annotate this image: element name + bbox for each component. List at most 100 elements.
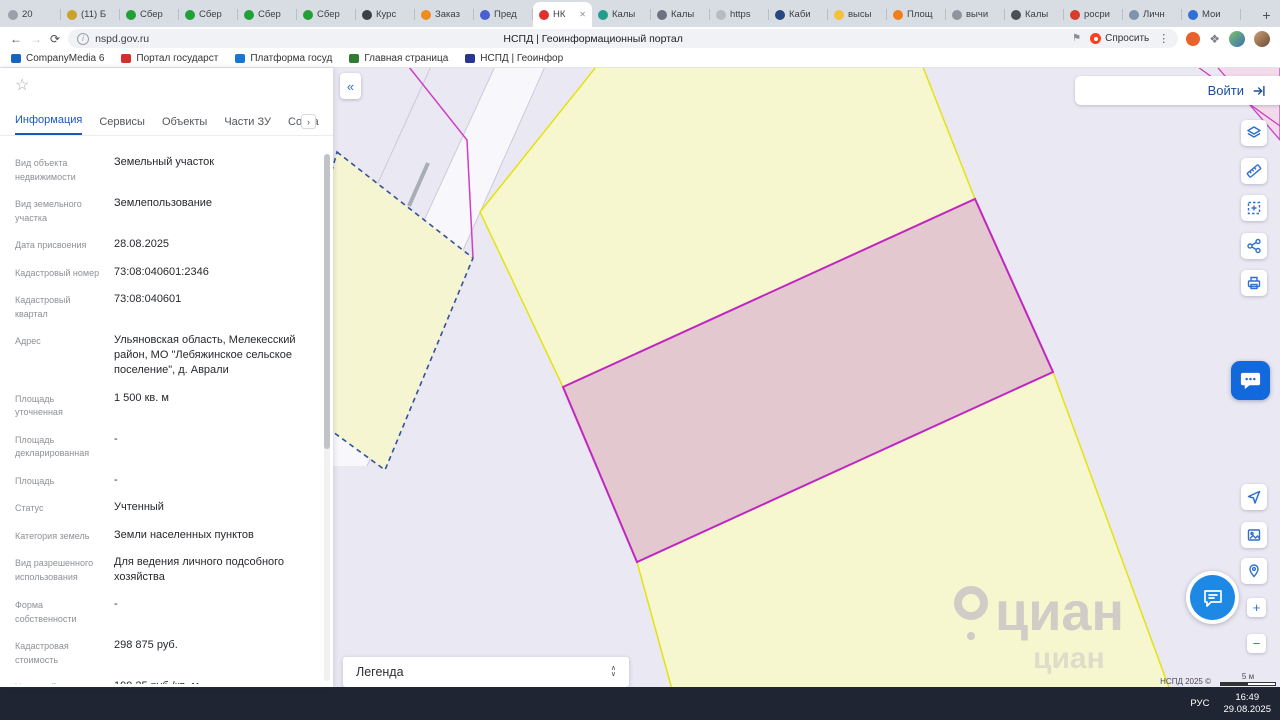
- extension-icon[interactable]: [1186, 31, 1201, 46]
- browser-tab[interactable]: Сбер ✕: [238, 2, 297, 27]
- reload-icon[interactable]: ⟳: [50, 33, 60, 45]
- browser-tab[interactable]: Курс ✕: [356, 2, 415, 27]
- tab-title: Калы: [612, 9, 636, 20]
- layers-button[interactable]: [1241, 120, 1267, 146]
- url-menu-icon[interactable]: ⋮: [1158, 32, 1169, 45]
- attribute-row: Вид разрешенного использования Для веден…: [15, 555, 317, 585]
- attribute-value: 199,25 руб./кв. м: [114, 679, 199, 684]
- svg-text:циан: циан: [995, 582, 1124, 642]
- taskbar-app-icon[interactable]: [116, 693, 137, 714]
- profile-avatar[interactable]: [1254, 30, 1270, 47]
- browser-tab[interactable]: высы ✕: [828, 2, 887, 27]
- attribute-label: Кадастровый номер: [15, 267, 100, 278]
- attribute-label: Категория земель: [15, 530, 90, 541]
- back-icon[interactable]: ←: [10, 33, 22, 45]
- panel-tab[interactable]: Объекты: [162, 116, 207, 135]
- tab-title: Сбер: [258, 9, 281, 20]
- browser-tab[interactable]: НК ✕: [533, 2, 592, 27]
- measure-button[interactable]: [1241, 158, 1267, 184]
- taskbar-clock[interactable]: 16:49 29.08.2025: [1223, 692, 1271, 716]
- new-tab-button[interactable]: +: [1253, 2, 1280, 27]
- zoom-in-button[interactable]: +: [1247, 598, 1266, 617]
- taskbar-app-icon[interactable]: [230, 693, 251, 714]
- zoom-out-button[interactable]: −: [1247, 634, 1266, 653]
- extension-avatar-icon[interactable]: [1229, 30, 1245, 47]
- browser-tab[interactable]: Личн ✕: [1123, 2, 1182, 27]
- panel-scrollbar[interactable]: [324, 154, 330, 681]
- bookmark-item[interactable]: CompanyMedia 6: [11, 53, 104, 64]
- browser-tab[interactable]: Пред ✕: [474, 2, 533, 27]
- browser-tab[interactable]: Мои ✕: [1182, 2, 1241, 27]
- share-button[interactable]: [1241, 233, 1267, 259]
- browser-tab[interactable]: росри ✕: [1064, 2, 1123, 27]
- tab-close-icon[interactable]: ✕: [579, 10, 586, 19]
- attribute-row: Форма собственности -: [15, 597, 317, 626]
- attribute-row: Вид земельного участка Землепользование: [15, 196, 317, 225]
- tab-title: Калы: [1025, 9, 1049, 20]
- bookmark-favicon: [235, 54, 246, 63]
- bookmark-label: Главная страница: [364, 53, 449, 64]
- browser-tab[interactable]: Сбер ✕: [179, 2, 238, 27]
- browser-tab[interactable]: (11) Б ✕: [61, 2, 120, 27]
- panel-tabs-scroll-button[interactable]: ›: [301, 114, 316, 129]
- panel-collapse-button[interactable]: «: [340, 73, 361, 99]
- support-chat-button[interactable]: [1231, 361, 1270, 400]
- browser-tab[interactable]: Сбер ✕: [120, 2, 179, 27]
- attribute-value: Земли населенных пунктов: [114, 528, 254, 541]
- browser-tab[interactable]: Каби ✕: [769, 2, 828, 27]
- attribute-label: Кадастровая стоимость: [15, 641, 69, 665]
- locate-button[interactable]: [1241, 558, 1267, 584]
- taskbar-date: 29.08.2025: [1223, 703, 1271, 715]
- print-button[interactable]: [1241, 270, 1267, 296]
- tab-title: Сбер: [317, 9, 340, 20]
- extensions-menu-icon[interactable]: ❖: [1209, 32, 1220, 46]
- browser-tab[interactable]: Калы ✕: [1005, 2, 1064, 27]
- browser-tab[interactable]: Заказ ✕: [415, 2, 474, 27]
- panel-tab[interactable]: Сервисы: [99, 116, 145, 135]
- browser-tab[interactable]: Сбер ✕: [297, 2, 356, 27]
- tab-favicon: [539, 9, 549, 20]
- browser-tab[interactable]: Калы ✕: [651, 2, 710, 27]
- login-bar[interactable]: Войти: [1075, 76, 1280, 105]
- panel-tab[interactable]: Информация: [15, 114, 83, 135]
- taskbar-app-icon[interactable]: [192, 693, 213, 714]
- browser-tab[interactable]: Калы ✕: [592, 2, 651, 27]
- cursor-button[interactable]: [1241, 484, 1267, 510]
- legend-bar[interactable]: Легенда ∧ ∨: [343, 657, 629, 687]
- browser-tab[interactable]: вычи ✕: [946, 2, 1005, 27]
- browser-tab[interactable]: Площ ✕: [887, 2, 946, 27]
- favorite-star-icon[interactable]: ☆: [15, 75, 29, 95]
- site-info-icon[interactable]: i: [77, 32, 90, 45]
- legend-toggle-icon[interactable]: ∧ ∨: [611, 665, 616, 678]
- bookmark-item[interactable]: Платформа госуд: [235, 53, 332, 64]
- bookmark-flag-icon[interactable]: ⚑: [1072, 33, 1081, 44]
- chat-widget-button[interactable]: [1186, 571, 1239, 624]
- forward-icon[interactable]: →: [30, 33, 42, 45]
- tab-title: Заказ: [435, 9, 460, 20]
- taskbar-app-icon[interactable]: [78, 693, 99, 714]
- basemap-button[interactable]: [1241, 522, 1267, 548]
- url-box[interactable]: i nspd.gov.ru НСПД | Геоинформационный п…: [68, 29, 1179, 48]
- language-indicator[interactable]: РУС: [1190, 698, 1209, 709]
- bookmark-item[interactable]: НСПД | Геоинфор: [465, 53, 563, 64]
- attribute-value: Земельный участок: [114, 156, 215, 168]
- tab-title: Калы: [671, 9, 695, 20]
- bookmark-item[interactable]: Портал государст: [121, 53, 218, 64]
- map-canvas[interactable]: циан циан « Войти + − Легенда ∧ ∨ НСПД 2…: [333, 68, 1280, 687]
- tab-title: (11) Б: [81, 9, 107, 20]
- select-area-button[interactable]: [1241, 195, 1267, 221]
- tab-favicon: [303, 9, 313, 20]
- bookmark-item[interactable]: Главная страница: [349, 53, 448, 64]
- taskbar-app-icon[interactable]: [154, 693, 175, 714]
- taskbar: РУС 16:49 29.08.2025: [0, 687, 1280, 720]
- ask-alice-button[interactable]: Спросить: [1090, 33, 1149, 44]
- tab-favicon: [598, 9, 608, 20]
- attribute-row: Категория земель Земли населенных пункто…: [15, 528, 317, 544]
- ask-label: Спросить: [1105, 33, 1150, 44]
- layers-icon: [1247, 126, 1261, 138]
- browser-tab[interactable]: https ✕: [710, 2, 769, 27]
- panel-scrollbar-thumb[interactable]: [324, 154, 330, 449]
- panel-tab[interactable]: Части ЗУ: [224, 116, 271, 135]
- browser-tab[interactable]: 20 ✕: [2, 2, 61, 27]
- attribute-value: 1 500 кв. м: [114, 391, 169, 404]
